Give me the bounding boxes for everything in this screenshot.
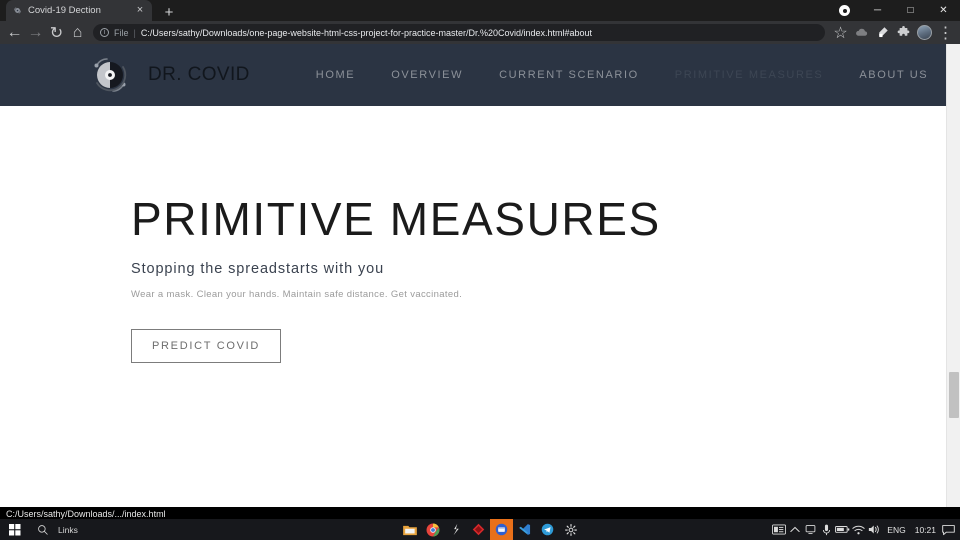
profile-status-indicator[interactable] xyxy=(828,0,861,21)
page-scrollbar[interactable] xyxy=(946,44,960,507)
clock-label[interactable]: 10:21 xyxy=(911,525,940,535)
omnibox-separator: | xyxy=(133,27,136,38)
forward-icon[interactable]: → xyxy=(25,22,46,43)
notification-icon[interactable] xyxy=(941,519,956,540)
browser-tab[interactable]: Covid-19 Dection × xyxy=(6,0,152,21)
minimize-button[interactable]: ─ xyxy=(861,0,894,21)
nav-link-overview[interactable]: OVERVIEW xyxy=(373,69,481,81)
address-bar[interactable]: i File | C:/Users/sathy/Downloads/one-pa… xyxy=(93,24,825,41)
scrollbar-thumb[interactable] xyxy=(949,372,959,418)
hero-description: Wear a mask. Clean your hands. Maintain … xyxy=(131,289,463,300)
virus-favicon xyxy=(12,6,22,16)
site-brand[interactable]: DR. COVID xyxy=(148,64,250,86)
display-icon[interactable] xyxy=(803,519,818,540)
nav-link-about-us[interactable]: ABOUT US xyxy=(841,69,946,81)
keyboard-icon[interactable] xyxy=(771,519,786,540)
taskbar-app-red-diamond[interactable] xyxy=(467,519,490,540)
taskbar-links-label[interactable]: Links xyxy=(58,525,78,535)
page-info-icon[interactable]: i xyxy=(100,28,109,37)
system-tray: ENG 10:21 xyxy=(771,519,956,540)
close-window-button[interactable]: ✕ xyxy=(927,0,960,21)
predict-covid-button[interactable]: PREDICT COVID xyxy=(131,329,282,363)
volume-icon[interactable] xyxy=(867,519,882,540)
browser-tab-strip: Covid-19 Dection × + ─ □ ✕ xyxy=(0,0,960,21)
url-text: C:/Users/sathy/Downloads/one-page-websit… xyxy=(140,27,593,38)
tab-close-icon[interactable]: × xyxy=(134,5,146,17)
maximize-button[interactable]: □ xyxy=(894,0,927,21)
hero-section: PRIMITIVE MEASURES Stopping the spreadst… xyxy=(0,106,960,363)
taskbar-search-icon[interactable] xyxy=(30,524,56,536)
url-scheme-label: File xyxy=(114,27,129,38)
nav-link-current-scenario[interactable]: CURRENT SCENARIO xyxy=(481,69,657,81)
chevron-up-icon[interactable] xyxy=(787,519,802,540)
edit-pen-icon[interactable] xyxy=(872,22,893,43)
taskbar-app-settings-gear[interactable] xyxy=(559,519,582,540)
taskbar-app-chrome[interactable] xyxy=(421,519,444,540)
main-navigation: HOME OVERVIEW CURRENT SCENARIO PRIMITIVE… xyxy=(298,69,946,81)
taskbar-app-buttons xyxy=(398,519,582,540)
extensions-puzzle-icon[interactable] xyxy=(893,22,914,43)
cloud-icon[interactable] xyxy=(851,22,872,43)
taskbar-app-powershell[interactable] xyxy=(444,519,467,540)
nav-link-primitive-measures[interactable]: PRIMITIVE MEASURES xyxy=(657,69,842,81)
chrome-menu-icon[interactable]: ⋮ xyxy=(935,22,956,43)
battery-icon[interactable] xyxy=(835,519,850,540)
back-icon[interactable]: ← xyxy=(4,22,25,43)
page-viewport: DR. COVID HOME OVERVIEW CURRENT SCENARIO… xyxy=(0,44,960,507)
virus-logo[interactable] xyxy=(88,53,132,97)
input-language-label[interactable]: ENG xyxy=(883,525,909,535)
windows-start-button[interactable] xyxy=(0,523,30,536)
site-header: DR. COVID HOME OVERVIEW CURRENT SCENARIO… xyxy=(0,44,946,106)
bookmark-star-icon[interactable]: ☆ xyxy=(830,22,851,43)
taskbar-app-telegram[interactable] xyxy=(536,519,559,540)
microphone-icon[interactable] xyxy=(819,519,834,540)
page-title: PRIMITIVE MEASURES xyxy=(131,193,661,245)
home-icon[interactable]: ⌂ xyxy=(67,22,88,43)
toolbar-right-icons: ☆ ⋮ xyxy=(830,22,956,43)
browser-tab-title: Covid-19 Dection xyxy=(28,5,101,16)
windows-taskbar: Links ENG 10:21 xyxy=(0,519,960,540)
taskbar-app-file-explorer[interactable] xyxy=(398,519,421,540)
hero-subtitle: Stopping the spreadstarts with you xyxy=(131,261,385,277)
nav-link-home[interactable]: HOME xyxy=(298,69,373,81)
taskbar-app-vs-code[interactable] xyxy=(513,519,536,540)
screen: Covid-19 Dection × + ─ □ ✕ ← → ↻ ⌂ i Fil… xyxy=(0,0,960,540)
window-controls: ─ □ ✕ xyxy=(828,0,960,21)
browser-toolbar: ← → ↻ ⌂ i File | C:/Users/sathy/Download… xyxy=(0,21,960,44)
taskbar-app-orange-browser[interactable] xyxy=(490,519,513,540)
new-tab-button[interactable]: + xyxy=(160,3,178,21)
wifi-icon[interactable] xyxy=(851,519,866,540)
profile-avatar[interactable] xyxy=(914,22,935,43)
reload-icon[interactable]: ↻ xyxy=(46,22,67,43)
